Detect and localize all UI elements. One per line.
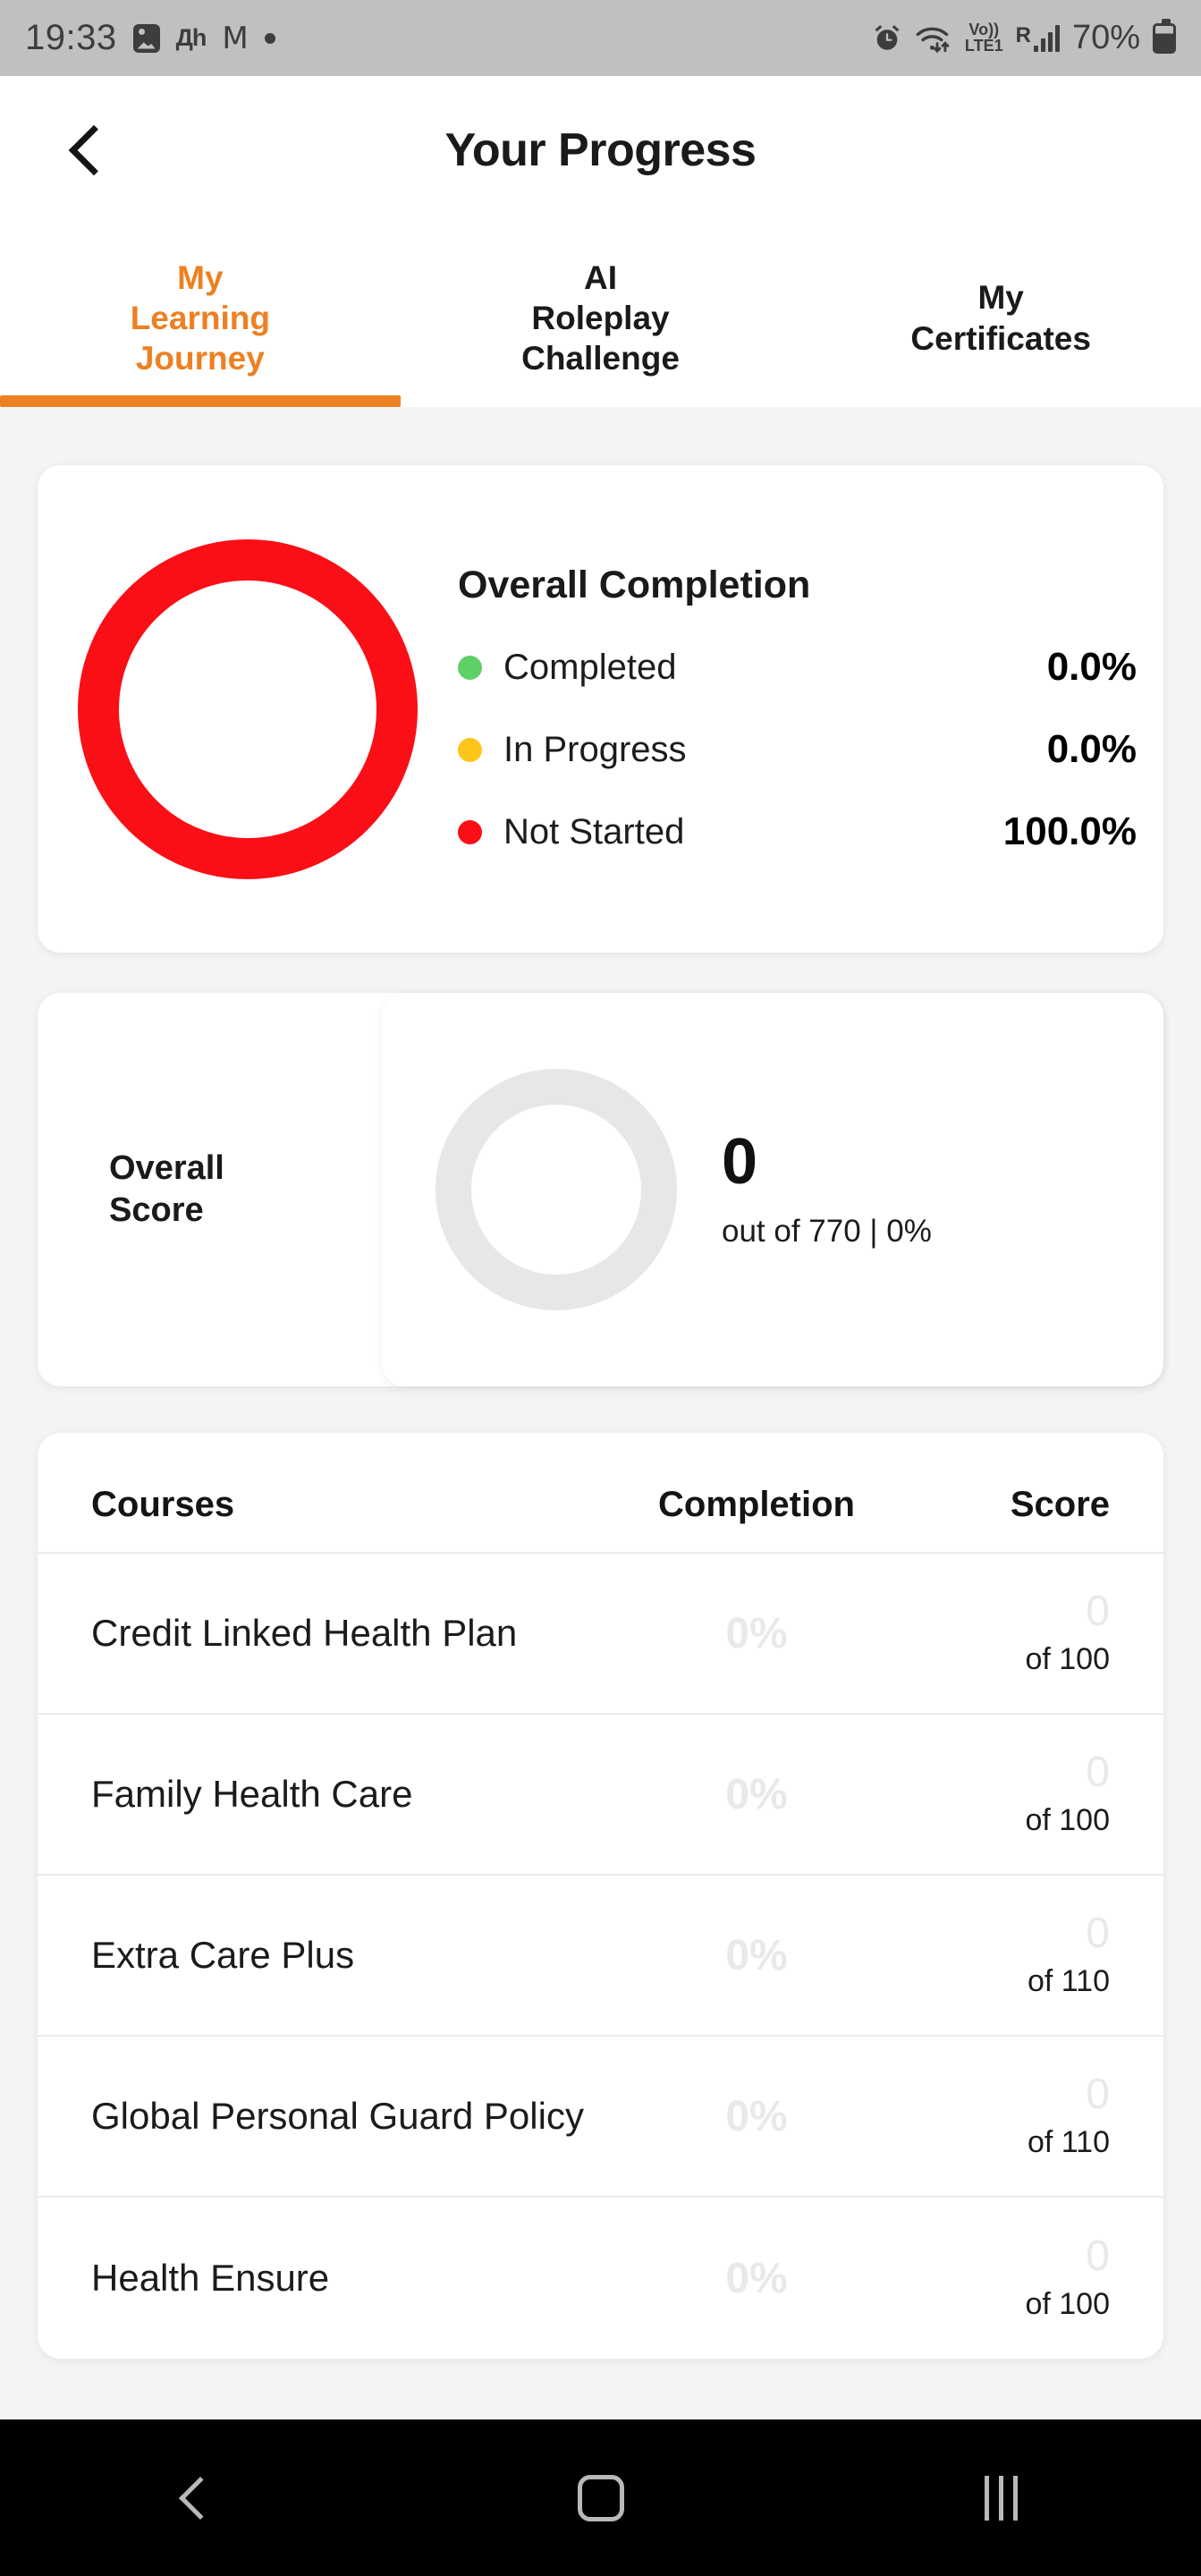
course-score: 0 of 110 <box>904 1909 1110 1999</box>
table-row[interactable]: Health Ensure 0% 0 of 100 <box>38 2198 1163 2359</box>
score-donut-chart <box>436 1069 677 1310</box>
signal-icon: R <box>1016 24 1060 52</box>
completion-donut-chart <box>38 538 458 879</box>
column-header-courses: Courses <box>91 1485 235 1524</box>
tab-label-line2: Certificates <box>910 319 1091 357</box>
legend-label-completed: Completed <box>503 647 677 687</box>
course-score-value: 0 <box>1086 1587 1110 1635</box>
table-row[interactable]: Extra Care Plus 0% 0 of 110 <box>38 1876 1163 2037</box>
legend-dot-in-progress-icon <box>458 737 482 762</box>
battery-percent-label: 70% <box>1071 19 1140 56</box>
courses-table-header: Courses Completion Score <box>38 1433 1163 1554</box>
overall-completion-title: Overall Completion <box>458 564 811 606</box>
course-score: 0 of 100 <box>904 2232 1110 2322</box>
course-score-max: of 110 <box>1027 2124 1110 2159</box>
tab-label-line3: Challenge <box>521 340 680 377</box>
status-bar-left: 19:33 Дh M <box>25 18 275 58</box>
battery-icon <box>1153 18 1176 54</box>
courses-table-card: Courses Completion Score Credit Linked H… <box>38 1433 1163 2359</box>
course-score-max: of 110 <box>1027 1963 1110 1998</box>
nav-recents-button[interactable] <box>800 2475 1201 2521</box>
tab-label-line1: My <box>177 258 224 296</box>
page-title: Your Progress <box>444 123 757 176</box>
course-name: Family Health Care <box>91 1773 413 1816</box>
course-score-max: of 100 <box>1025 1641 1110 1676</box>
course-score: 0 of 110 <box>904 2070 1110 2160</box>
tab-label-line1: My <box>977 279 1024 317</box>
table-row[interactable]: Family Health Care 0% 0 of 100 <box>38 1715 1163 1876</box>
app-bar: Your Progress <box>0 76 1201 224</box>
course-completion: 0% <box>725 1770 788 1818</box>
legend-value-not-started: 100.0% <box>1002 809 1137 853</box>
course-score: 0 of 100 <box>904 1587 1110 1677</box>
course-score-value: 0 <box>1086 2070 1110 2118</box>
gmail-icon: M <box>222 20 249 56</box>
column-header-score: Score <box>1010 1485 1110 1524</box>
legend-item-in-progress: In Progress 0.0% <box>458 727 1137 772</box>
course-name: Health Ensure <box>91 2257 330 2300</box>
score-readout: 0 out of 770 | 0% <box>722 1130 932 1250</box>
dot-icon <box>264 32 275 44</box>
course-completion: 0% <box>725 1931 788 1979</box>
score-value: 0 <box>722 1126 758 1198</box>
tab-my-learning-journey[interactable]: My Learning Journey <box>0 224 401 407</box>
volte-icon: Vo)) LTE1 <box>964 21 1003 55</box>
alarm-icon <box>872 23 902 54</box>
course-score-max: of 100 <box>1025 1802 1110 1837</box>
legend-dot-completed-icon <box>458 655 482 680</box>
legend-label-not-started: Not Started <box>503 811 685 852</box>
course-completion: 0% <box>725 2092 788 2140</box>
status-bar-right: Vo)) LTE1 R 70% <box>872 18 1176 57</box>
table-row[interactable]: Credit Linked Health Plan 0% 0 of 100 <box>38 1554 1163 1715</box>
completion-legend: Overall Completion Completed 0.0% In Pro… <box>458 564 1163 854</box>
course-completion: 0% <box>725 1609 788 1657</box>
wifi-icon <box>915 23 952 54</box>
nav-recents-icon <box>984 2475 1018 2521</box>
overall-completion-card: Overall Completion Completed 0.0% In Pro… <box>38 465 1163 953</box>
course-score: 0 of 100 <box>904 1748 1110 1838</box>
overall-score-panel: 0 out of 770 | 0% <box>382 993 1163 1386</box>
course-name: Extra Care Plus <box>91 1934 355 1977</box>
tab-label-line1: AI <box>584 258 617 296</box>
legend-label-in-progress: In Progress <box>503 729 687 769</box>
photo-icon <box>132 23 160 53</box>
legend-value-completed: 0.0% <box>1046 645 1137 689</box>
column-header-completion: Completion <box>658 1485 855 1524</box>
table-row[interactable]: Global Personal Guard Policy 0% 0 of 110 <box>38 2037 1163 2198</box>
legend-item-not-started: Not Started 100.0% <box>458 809 1137 854</box>
nav-home-button[interactable] <box>401 2474 801 2521</box>
nav-back-button[interactable] <box>0 2476 401 2520</box>
overall-score-label-line2: Score <box>109 1191 204 1229</box>
nav-back-icon <box>178 2476 222 2520</box>
tab-label-line3: Journey <box>135 340 265 377</box>
course-name: Credit Linked Health Plan <box>91 1612 518 1655</box>
donut-ring-not-started <box>78 538 418 879</box>
course-score-max: of 100 <box>1025 2286 1110 2321</box>
status-bar: 19:33 Дh M Vo)) LTE1 R 70% <box>0 0 1201 76</box>
tab-label-line2: Learning <box>130 299 270 336</box>
overall-score-label-line1: Overall <box>109 1148 224 1187</box>
course-score-value: 0 <box>1086 2232 1110 2280</box>
dh-icon: Дh <box>175 24 207 51</box>
tab-ai-roleplay-challenge[interactable]: AI Roleplay Challenge <box>401 224 801 407</box>
legend-value-in-progress: 0.0% <box>1046 727 1137 771</box>
overall-score-card: Overall Score 0 out of 770 | 0% <box>38 993 1163 1386</box>
score-subtext: out of 770 | 0% <box>722 1214 932 1249</box>
legend-item-completed: Completed 0.0% <box>458 645 1137 690</box>
tab-label-line2: Roleplay <box>531 299 670 336</box>
course-name: Global Personal Guard Policy <box>91 2095 584 2138</box>
android-navigation-bar <box>0 2419 1201 2576</box>
course-completion: 0% <box>725 2254 788 2302</box>
course-score-value: 0 <box>1086 1909 1110 1957</box>
scroll-content[interactable]: Overall Completion Completed 0.0% In Pro… <box>0 407 1201 2419</box>
status-bar-clock: 19:33 <box>25 18 117 57</box>
tab-bar: My Learning Journey AI Roleplay Challeng… <box>0 224 1201 407</box>
tab-my-certificates[interactable]: My Certificates <box>800 224 1201 407</box>
nav-home-icon <box>577 2474 624 2521</box>
legend-dot-not-started-icon <box>458 819 482 844</box>
overall-score-label: Overall Score <box>38 993 382 1386</box>
course-score-value: 0 <box>1086 1748 1110 1796</box>
